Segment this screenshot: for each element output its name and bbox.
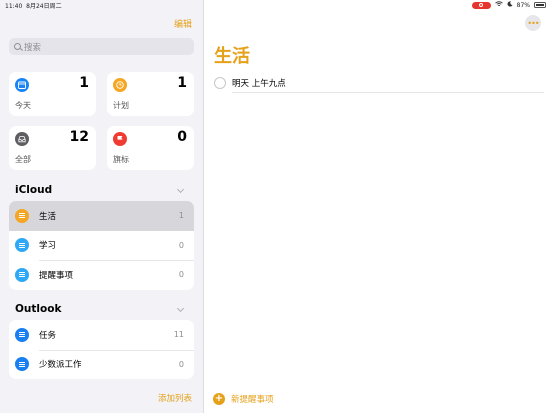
icloud-section-title: iCloud — [15, 184, 53, 196]
list-bullet-icon — [15, 238, 29, 253]
list-count: 11 — [173, 330, 184, 340]
battery-percent: 87% — [516, 1, 530, 9]
battery-icon — [534, 2, 546, 8]
outlook-chevron-down-icon[interactable] — [176, 304, 185, 313]
list-item-life[interactable]: 生活 1 — [9, 201, 194, 231]
smart-list-all[interactable]: 12 全部 — [9, 126, 96, 170]
scheduled-count: 1 — [177, 75, 187, 91]
scheduled-label: 计划 — [113, 101, 129, 110]
moon-icon — [507, 1, 513, 9]
today-label: 今天 — [15, 101, 31, 110]
task-text[interactable]: 明天 上午九点 — [232, 77, 286, 89]
all-count: 12 — [69, 129, 89, 145]
list-label: 学习 — [39, 241, 57, 252]
list-count: 0 — [178, 359, 184, 369]
search-icon — [14, 43, 21, 50]
list-bullet-icon — [15, 357, 29, 372]
divider — [232, 92, 544, 93]
new-reminder-label: 新提醒事项 — [231, 395, 274, 405]
list-bullet-icon — [15, 327, 29, 342]
main-content: ••• 生活 明天 上午九点 + 新提醒事项 — [205, 0, 552, 413]
list-label: 少数派工作 — [39, 360, 82, 371]
add-list-button[interactable]: 添加列表 — [158, 392, 192, 404]
list-bullet-icon — [15, 267, 29, 282]
list-item-tasks[interactable]: 任务 11 — [9, 320, 194, 350]
list-item-study[interactable]: 学习 0 — [9, 231, 194, 261]
list-count: 0 — [178, 240, 184, 250]
smart-list-scheduled[interactable]: 1 计划 — [107, 72, 194, 116]
flagged-label: 旗标 — [113, 155, 129, 164]
list-bullet-icon — [15, 208, 29, 223]
sidebar: 编辑 搜索 1 今天 1 计划 12 全部 0 旗标 iCloud 生活 1 学… — [0, 0, 204, 413]
flagged-count: 0 — [177, 129, 187, 145]
list-item-sspai-work[interactable]: 少数派工作 0 — [9, 349, 194, 380]
edit-button[interactable]: 编辑 — [174, 17, 192, 30]
outlook-list-group: 任务 11 少数派工作 0 — [9, 320, 194, 379]
smart-list-flagged[interactable]: 0 旗标 — [107, 126, 194, 170]
new-reminder-button[interactable]: + 新提醒事项 — [213, 393, 274, 405]
more-options-icon[interactable]: ••• — [525, 15, 541, 31]
search-placeholder: 搜索 — [24, 42, 42, 53]
clock-icon — [113, 78, 127, 92]
status-time: 11:40 8月24日周二 — [5, 3, 62, 10]
status-bar: 11:40 8月24日周二 87% — [0, 0, 552, 10]
search-field[interactable]: 搜索 — [9, 38, 194, 55]
list-label: 提醒事项 — [39, 270, 74, 281]
calendar-icon — [15, 78, 29, 92]
list-item-reminders[interactable]: 提醒事项 0 — [9, 260, 194, 290]
smart-list-today[interactable]: 1 今天 — [9, 72, 96, 116]
list-title: 生活 — [214, 46, 250, 67]
status-icons: 87% — [471, 1, 546, 9]
flag-icon — [113, 132, 127, 146]
today-count: 1 — [79, 75, 89, 91]
all-label: 全部 — [15, 155, 31, 164]
list-label: 任务 — [39, 330, 57, 341]
screen-recording-icon — [471, 1, 491, 9]
complete-checkbox[interactable] — [214, 77, 226, 89]
icloud-chevron-down-icon[interactable] — [176, 185, 185, 194]
wifi-icon — [494, 1, 503, 9]
list-count: 1 — [178, 211, 184, 221]
list-label: 生活 — [39, 211, 57, 222]
outlook-section-title: Outlook — [15, 303, 62, 315]
icloud-list-group: 生活 1 学习 0 提醒事项 0 — [9, 201, 194, 290]
list-count: 0 — [178, 270, 184, 280]
tray-icon — [15, 132, 29, 146]
plus-icon: + — [213, 393, 225, 405]
task-row[interactable]: 明天 上午九点 — [214, 73, 544, 93]
